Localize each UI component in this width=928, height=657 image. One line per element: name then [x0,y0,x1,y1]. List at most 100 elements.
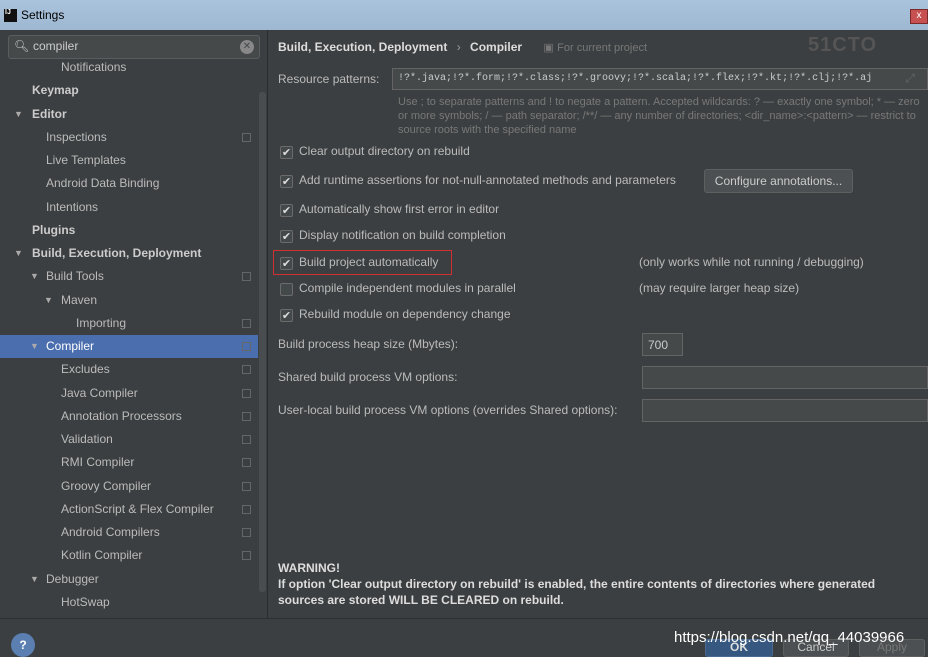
tree-item[interactable]: RMI Compiler [0,451,258,474]
project-scope-icon [242,365,251,375]
tree-item-label: Groovy Compiler [61,478,152,493]
tree-item-label: Android Data Binding [46,176,160,191]
tree-item[interactable]: HotSwap [0,591,258,614]
option-label[interactable]: Rebuild module on dependency change [299,307,511,321]
tree-item-label: Compiler [46,339,95,353]
project-scope-icon: ▣ [543,42,554,54]
checkbox[interactable]: ✔ [280,175,293,188]
project-scope-icon [242,388,251,398]
tree-item-label: Debugger [46,571,99,586]
tree-item[interactable]: ▼ Editor [0,103,258,126]
clear-search-icon[interactable]: ✕ [240,40,254,54]
search-icon[interactable]: 🔍︎ [14,39,29,53]
tree-item[interactable]: Notifications [0,56,258,79]
tree-item[interactable]: Groovy Compiler [0,475,258,498]
option-label[interactable]: Display notification on build completion [299,228,506,242]
close-button[interactable]: x [910,9,928,24]
project-scope-icon [242,411,251,421]
highlight-box [273,250,452,275]
tree-item[interactable]: Inspections [0,126,258,149]
shared-vm-options-input[interactable] [642,366,928,389]
local-vm-options-input[interactable] [642,399,928,422]
breadcrumb-current: Compiler [470,40,523,54]
tree-item[interactable]: ▼ Build, Execution, Deployment [0,242,258,265]
checkbox[interactable]: ✔ [280,204,293,217]
project-scope-icon [242,342,251,351]
tree-item[interactable]: ▼ Maven [0,289,258,312]
project-scope-icon [242,318,251,328]
tree-item[interactable]: Intentions [0,196,258,219]
csdn-watermark: https://blog.csdn.net/qq_44039966 [674,629,905,646]
scope-label: For current project [557,42,648,54]
tree-item-label: HotSwap [61,594,110,609]
expand-arrow-icon[interactable]: ▼ [30,568,39,591]
checkbox[interactable]: ✔ [280,146,293,159]
tree-item[interactable]: Excludes [0,358,258,381]
expand-arrow-icon[interactable]: ▼ [30,265,39,288]
tree-item-label: Notifications [61,60,127,74]
shared-vm-label: Shared build process VM options: [278,370,458,384]
option-label[interactable]: Add runtime assertions for not-null-anno… [299,173,676,187]
tree-item-label: Kotlin Compiler [61,548,143,563]
tree-item[interactable]: Keymap [0,79,258,102]
tree-item[interactable]: Importing [0,312,258,335]
configure-annotations-button[interactable]: Configure annotations... [704,169,853,193]
tree-item-label: Plugins [32,222,76,237]
expand-arrow-icon[interactable]: ▼ [44,289,53,312]
expand-arrow-icon[interactable]: ▼ [14,103,23,126]
heap-size-input[interactable]: 700 [642,333,683,356]
tree-item[interactable]: Annotation Processors [0,405,258,428]
breadcrumb-parent: Build, Execution, Deployment [278,40,448,54]
expand-arrow-icon[interactable]: ▼ [30,335,39,358]
project-scope-icon [242,435,251,444]
compiler-settings-panel: Build, Execution, Deployment › Compiler … [270,30,928,618]
tree-item[interactable]: Android Compilers [0,521,258,544]
project-scope-icon [242,528,251,537]
tree-item[interactable]: Live Templates [0,149,258,172]
option-label[interactable]: Clear output directory on rebuild [299,144,470,158]
tree-item[interactable]: ▼ Build Tools [0,265,258,288]
checkbox[interactable]: ✔ [280,230,293,243]
settings-sidebar: 🔍︎ ✕ Notifications Keymap ▼ Editor Inspectio… [0,30,268,618]
checkbox[interactable]: ✔ [280,309,293,322]
project-scope-icon [242,504,251,514]
resource-patterns-label: Resource patterns: [278,72,380,86]
project-scope-icon [242,272,251,282]
checkbox[interactable] [280,283,293,296]
warning-title: WARNING! [278,561,340,575]
tree-item[interactable]: ▼ Debugger [0,568,258,591]
search-input[interactable] [33,39,233,53]
tree-item-label: Validation [61,432,113,446]
option-label[interactable]: Automatically show first error in editor [299,202,499,216]
tree-item[interactable]: Android Data Binding [0,172,258,195]
tree-item-label: Intentions [46,199,99,214]
expand-icon[interactable]: ⤢ [905,71,915,86]
project-scope-icon [242,132,251,142]
dialog-button-bar: ? OK Cancel Apply https://blog.csdn.net/… [0,618,928,657]
local-vm-label: User-local build process VM options (ove… [278,403,618,417]
resource-patterns-field[interactable]: !?*.java;!?*.form;!?*.class;!?*.groovy;!… [392,68,928,90]
tree-item[interactable]: Java Compiler [0,382,258,405]
tree-item[interactable]: ▼ Compiler [0,335,258,358]
project-scope-icon [242,481,251,491]
tree-item-label: Live Templates [46,153,126,167]
tree-item-label: Java Compiler [61,385,138,400]
tree-item-label: Android Compilers [61,525,160,539]
expand-arrow-icon[interactable]: ▼ [14,242,23,265]
tree-item[interactable]: ActionScript & Flex Compiler [0,498,258,521]
option-note: (may require larger heap size) [639,281,800,295]
51cto-watermark-logo: 51CTO [808,34,878,56]
option-note: (only works while not running / debuggin… [639,255,864,269]
tree-item-label: Excludes [61,362,110,377]
breadcrumb: Build, Execution, Deployment › Compiler … [278,40,647,54]
tree-item[interactable]: Validation [0,428,258,451]
warning-message: WARNING! If option 'Clear output directo… [278,560,908,608]
sidebar-scrollbar[interactable] [259,92,266,592]
tree-item[interactable]: Plugins [0,219,258,242]
tree-item[interactable]: Kotlin Compiler [0,544,258,567]
option-label[interactable]: Compile independent modules in parallel [299,281,516,295]
tree-item-label: Maven [61,292,98,307]
intellij-logo-icon: IJ [4,9,17,22]
warning-text: If option 'Clear output directory on reb… [278,577,876,607]
help-button[interactable]: ? [11,633,35,657]
